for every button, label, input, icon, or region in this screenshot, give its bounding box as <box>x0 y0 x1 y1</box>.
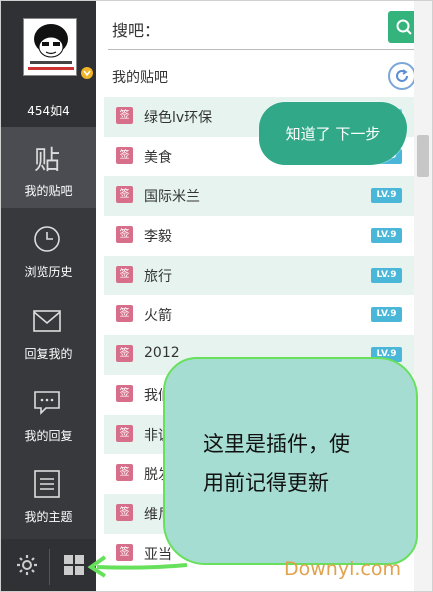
plugin-tip-text: 这里是插件，使 用前记得更新 <box>203 425 403 503</box>
sidebar: 454如4 贴 我的贴吧 浏览历史 回复我的 我的回复 我的主题 <box>1 1 96 591</box>
pointer-arrow-icon <box>87 555 188 578</box>
avatar[interactable] <box>23 18 77 76</box>
clock-icon <box>29 222 65 256</box>
search-input[interactable]: 搜吧： <box>112 17 160 41</box>
plugin-tip-bubble: 这里是插件，使 用前记得更新 <box>163 357 418 565</box>
document-icon <box>29 467 65 501</box>
forum-row[interactable]: 签旅行 LV.9 <box>104 255 414 296</box>
next-step-tip-button[interactable]: 知道了 下一步 <box>259 102 407 165</box>
search-icon <box>396 19 412 35</box>
section-title: 我的贴吧 <box>112 70 168 86</box>
sign-in-badge[interactable]: 签 <box>116 424 133 442</box>
nav-my-tieba[interactable]: 贴 我的贴吧 <box>1 127 96 208</box>
nav-label: 回复我的 <box>24 347 73 361</box>
forum-name: 国际米兰 <box>144 189 200 206</box>
sign-in-badge[interactable]: 签 <box>116 384 133 402</box>
forum-name: 火箭 <box>144 308 172 325</box>
forum-name: 绿色lv环保 <box>144 110 213 126</box>
nav-replies-to-me[interactable]: 回复我的 <box>1 290 96 371</box>
sign-in-badge[interactable]: 签 <box>116 226 133 244</box>
forum-name: 2012 <box>144 345 180 362</box>
forum-name: 旅行 <box>144 268 172 285</box>
level-badge: LV.9 <box>371 188 402 204</box>
nav-label: 我的主题 <box>24 510 73 524</box>
sign-in-badge[interactable]: 签 <box>116 503 133 521</box>
forum-row[interactable]: 签火箭 LV.9 <box>104 295 414 336</box>
nav-label: 浏览历史 <box>24 265 73 279</box>
scroll-thumb[interactable] <box>417 135 429 177</box>
forum-name: 李毅 <box>144 229 172 246</box>
watermark: Downyi.com <box>284 558 401 580</box>
plugins-grid-icon[interactable] <box>63 554 85 576</box>
sign-in-badge[interactable]: 签 <box>116 345 133 363</box>
nav-my-topics[interactable]: 我的主题 <box>1 453 96 534</box>
username[interactable]: 454如4 <box>1 102 96 119</box>
tip-line: 用前记得更新 <box>203 471 329 495</box>
level-badge: LV.9 <box>371 267 402 283</box>
level-badge: LV.9 <box>371 228 402 244</box>
refresh-button[interactable] <box>388 62 416 90</box>
forum-name: 美食 <box>144 149 172 166</box>
sign-in-badge[interactable]: 签 <box>116 265 133 283</box>
divider <box>49 549 50 585</box>
sign-in-badge[interactable]: 签 <box>116 146 133 164</box>
forum-row[interactable]: 签国际米兰 LV.9 <box>104 176 414 217</box>
refresh-icon <box>396 69 408 82</box>
sign-in-badge[interactable]: 签 <box>116 107 133 124</box>
nav-my-replies[interactable]: 我的回复 <box>1 372 96 453</box>
app-window: 454如4 贴 我的贴吧 浏览历史 回复我的 我的回复 我的主题 搜吧： 我的贴… <box>0 0 433 592</box>
nav-history[interactable]: 浏览历史 <box>1 208 96 289</box>
gear-icon[interactable] <box>15 553 39 577</box>
tie-glyph: 贴 <box>33 145 60 176</box>
sign-in-badge[interactable]: 签 <box>116 464 133 482</box>
sign-in-badge[interactable]: 签 <box>116 186 133 204</box>
search-bar: 搜吧： <box>96 1 420 51</box>
nav-label: 我的回复 <box>24 429 73 443</box>
forum-row[interactable]: 签李毅 LV.9 <box>104 216 414 256</box>
tie-icon: 贴 <box>29 141 65 176</box>
vip-badge-icon <box>80 65 94 79</box>
user-block: 454如4 <box>1 1 96 127</box>
sign-in-badge[interactable]: 签 <box>116 305 133 323</box>
nav-label: 我的贴吧 <box>24 184 73 198</box>
envelope-icon <box>29 304 65 338</box>
level-badge: LV.9 <box>371 307 402 323</box>
chat-bubble-icon <box>29 386 65 420</box>
tip-line: 这里是插件，使 <box>203 432 350 456</box>
divider <box>108 49 414 50</box>
my-tieba-header: 我的贴吧 <box>96 57 416 95</box>
